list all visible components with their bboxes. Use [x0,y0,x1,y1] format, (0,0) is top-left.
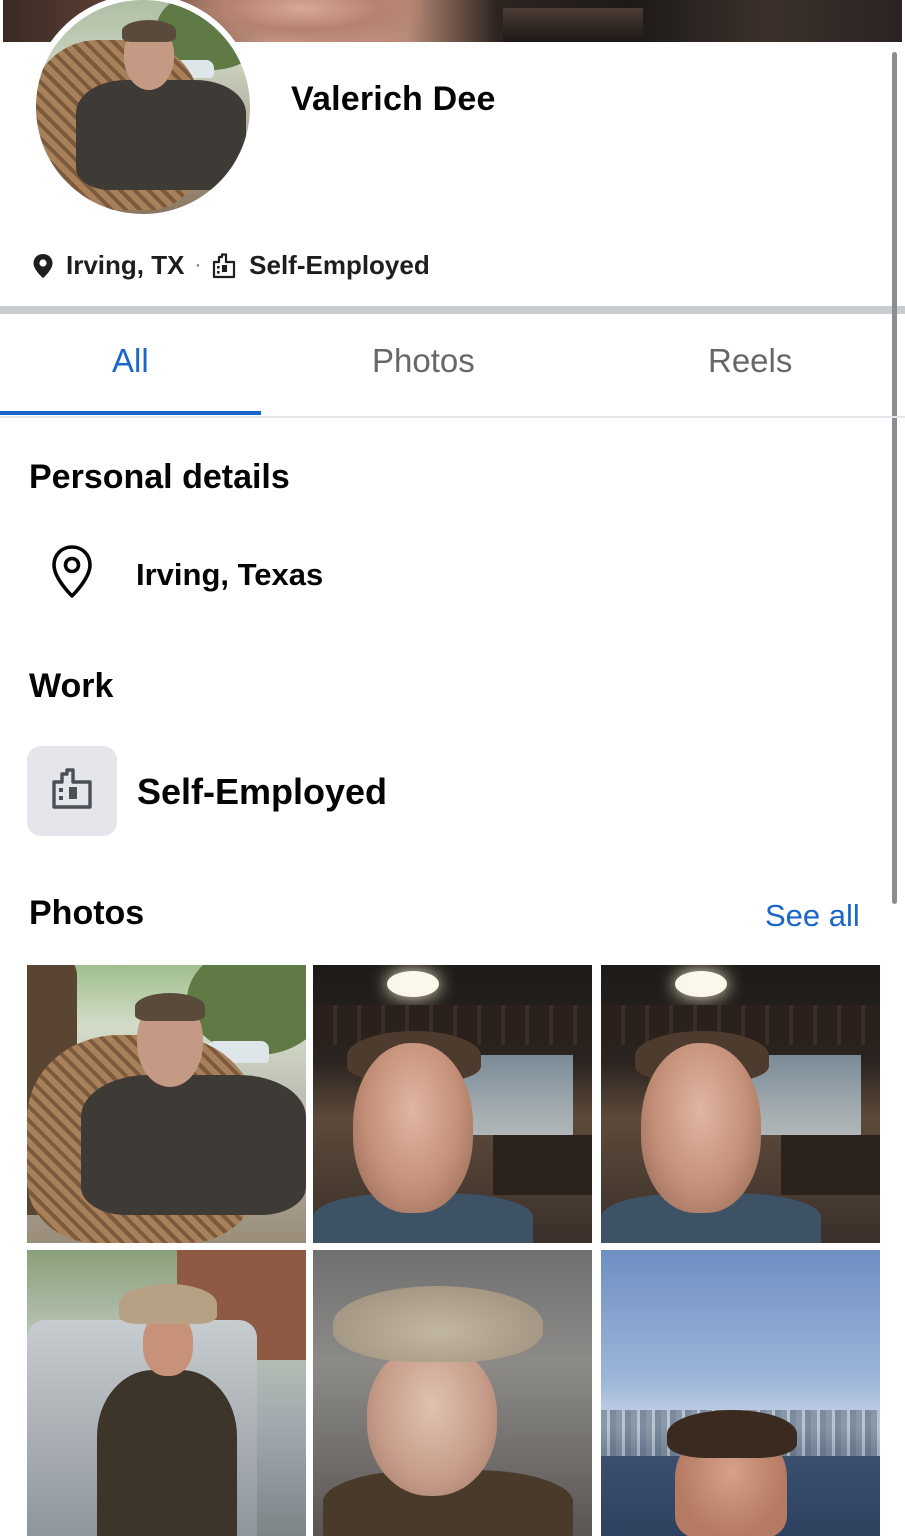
photos-heading: Photos [29,894,145,932]
active-tab-indicator [0,411,261,415]
building-icon [50,767,94,816]
photo-thumbnail[interactable] [601,965,880,1243]
profile-meta: Irving, TX · Self-Employed [32,250,430,281]
map-pin-filled-icon [32,253,54,279]
meta-work: Self-Employed [249,250,430,280]
meta-separator: · [194,254,202,276]
tab-all[interactable]: All [112,342,149,380]
photo-thumbnail[interactable] [27,965,306,1243]
photo-grid [27,965,880,1536]
personal-details-heading: Personal details [29,458,290,496]
map-pin-outline-icon [50,544,136,605]
meta-location: Irving, TX [66,250,185,280]
work-icon-box [27,746,117,836]
profile-tabs: All Photos Reels [0,314,905,418]
photo-thumbnail[interactable] [313,1250,592,1536]
section-divider [0,306,905,314]
building-icon [211,252,237,279]
photo-thumbnail[interactable] [601,1250,880,1536]
profile-avatar[interactable] [30,0,256,220]
profile-picture [36,0,250,214]
cover-photo-detail [503,8,643,42]
detail-location-row[interactable]: Irving, Texas [50,544,323,605]
work-heading: Work [29,667,114,705]
scrollbar[interactable] [892,52,897,904]
photo-thumbnail[interactable] [313,965,592,1243]
tab-photos[interactable]: Photos [372,342,475,380]
work-employer[interactable]: Self-Employed [137,771,387,813]
see-all-photos-link[interactable]: See all [765,898,860,934]
profile-name: Valerich Dee [291,80,496,118]
photo-thumbnail[interactable] [27,1250,306,1536]
detail-location-text: Irving, Texas [136,556,324,592]
tab-reels[interactable]: Reels [708,342,792,380]
